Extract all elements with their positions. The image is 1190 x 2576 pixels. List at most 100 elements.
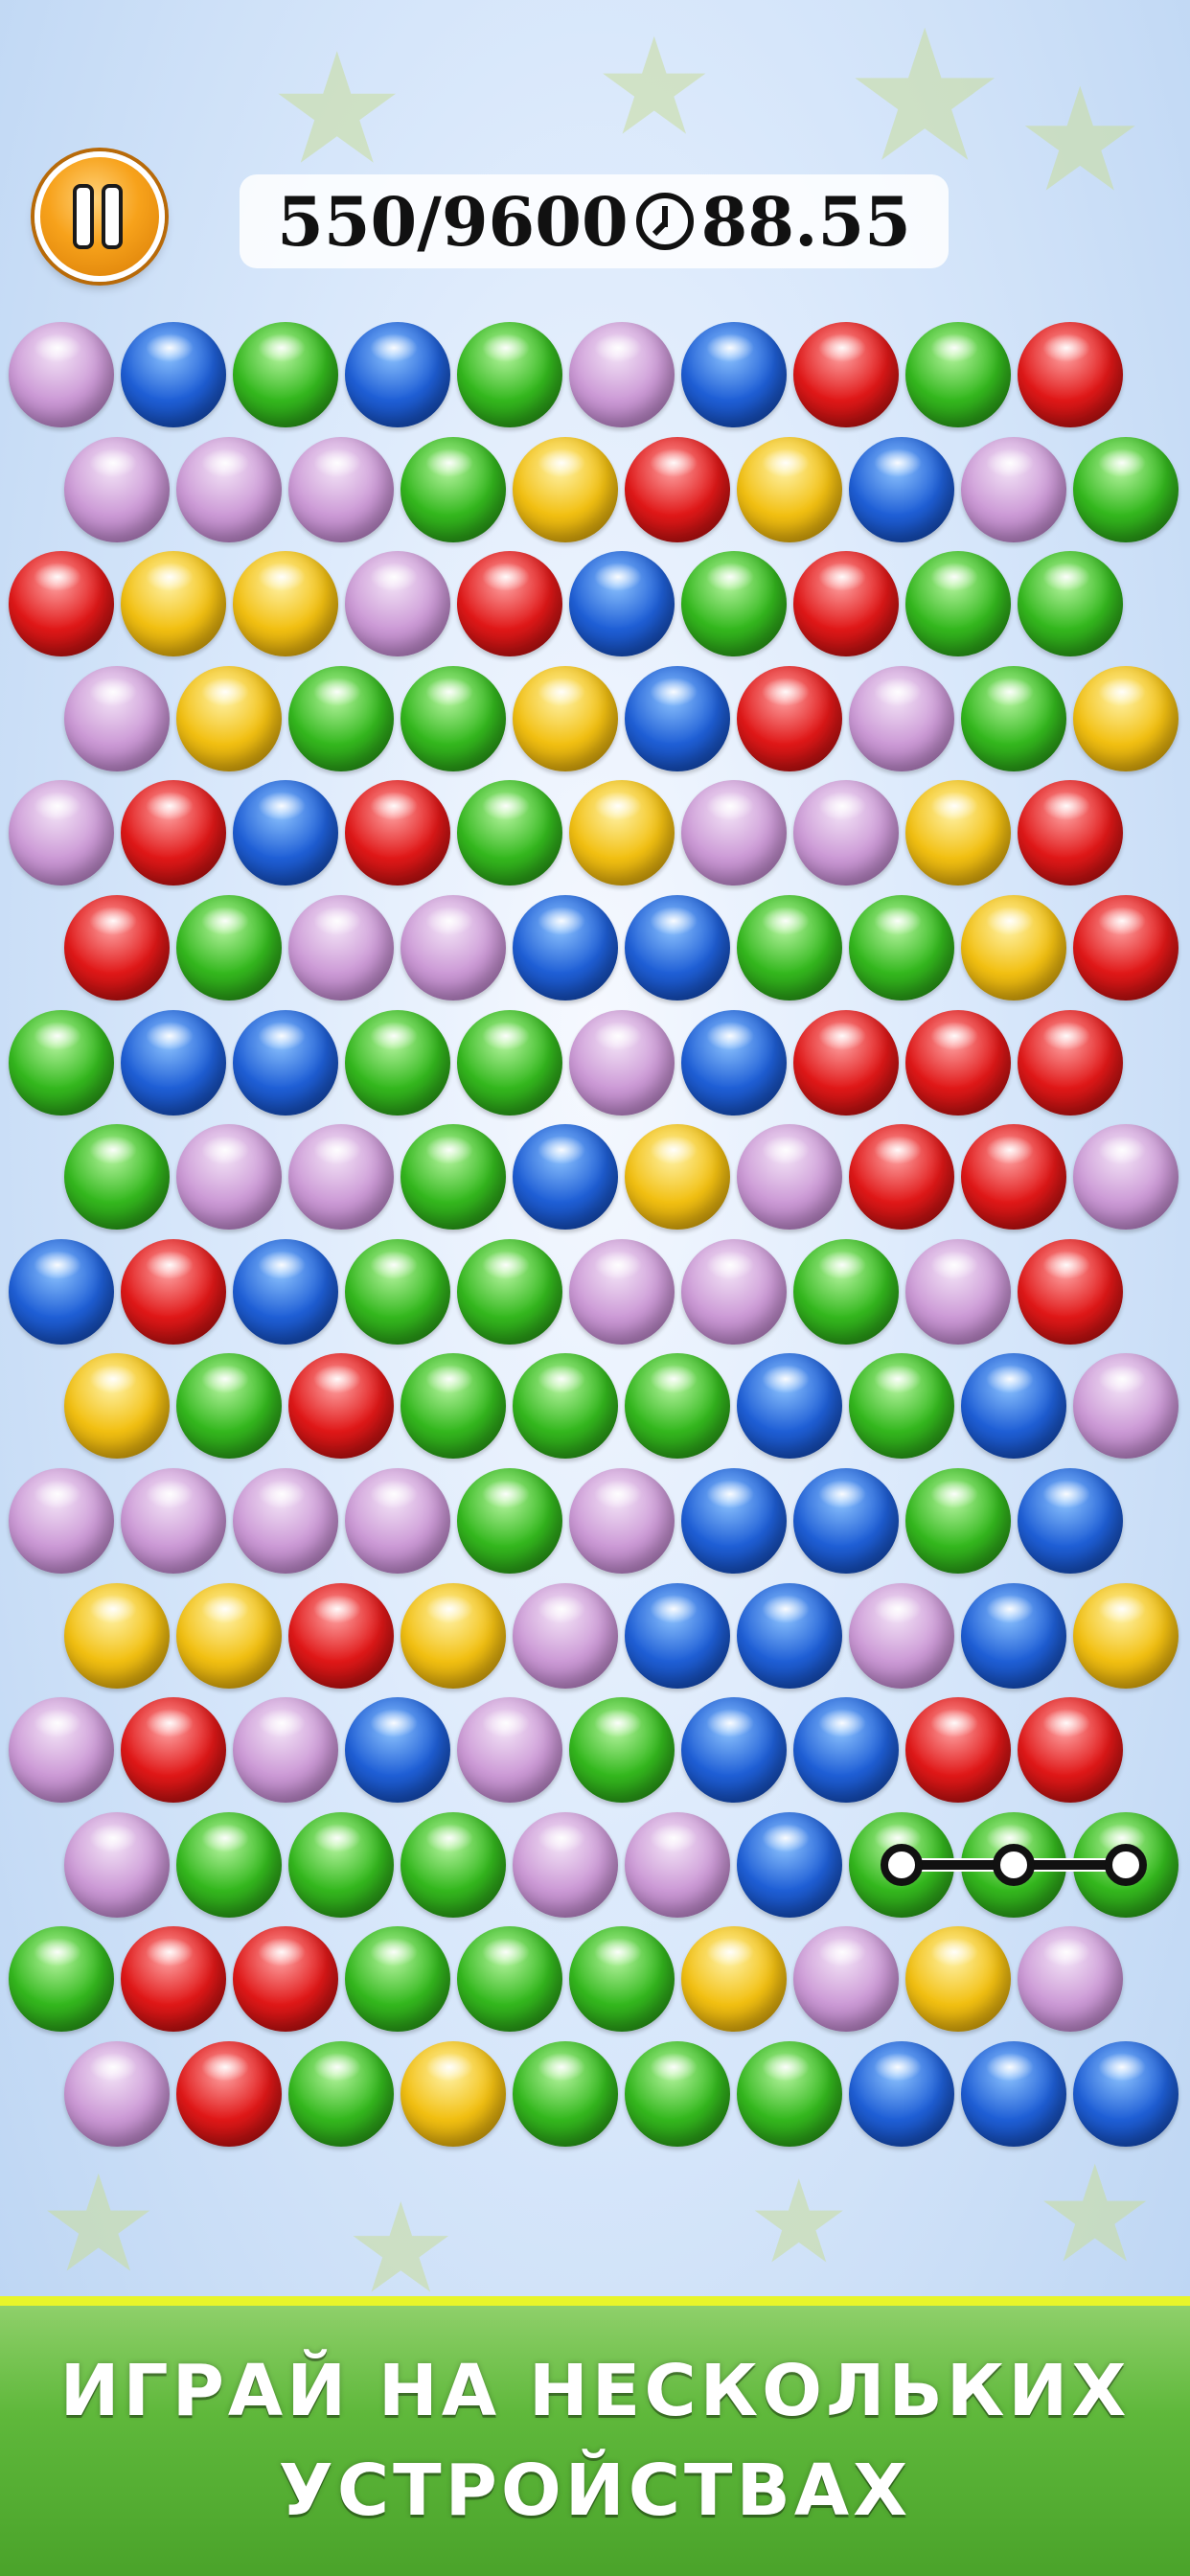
- bubble-purple[interactable]: [793, 1926, 899, 2033]
- bubble-green[interactable]: [737, 2041, 842, 2147]
- bubble-yellow[interactable]: [737, 436, 842, 542]
- bubble-green[interactable]: [400, 1353, 506, 1460]
- bubble-purple[interactable]: [288, 1124, 394, 1230]
- bubble-green[interactable]: [513, 1353, 618, 1460]
- bubble-blue[interactable]: [961, 1353, 1066, 1460]
- bubble-green[interactable]: [457, 1468, 562, 1574]
- bubble-yellow[interactable]: [513, 665, 618, 771]
- bubble-green[interactable]: [737, 895, 842, 1000]
- bubble-red[interactable]: [1018, 1009, 1123, 1116]
- bubble-purple[interactable]: [569, 322, 675, 427]
- bubble-purple[interactable]: [905, 1238, 1011, 1345]
- bubble-purple[interactable]: [64, 1811, 170, 1918]
- bubble-blue[interactable]: [961, 1582, 1066, 1689]
- bubble-green[interactable]: [457, 1238, 562, 1345]
- bubble-purple[interactable]: [176, 436, 282, 542]
- bubble-green[interactable]: [1073, 436, 1179, 542]
- bubble-purple[interactable]: [793, 780, 899, 886]
- bubble-blue[interactable]: [737, 1353, 842, 1460]
- bubble-green[interactable]: [9, 1926, 114, 2033]
- bubble-red[interactable]: [288, 1582, 394, 1689]
- bubble-yellow[interactable]: [513, 436, 618, 542]
- bubble-green[interactable]: [681, 551, 787, 657]
- bubble-purple[interactable]: [64, 665, 170, 771]
- bubble-blue[interactable]: [569, 551, 675, 657]
- bubble-red[interactable]: [121, 780, 226, 886]
- bubble-yellow[interactable]: [681, 1926, 787, 2033]
- bubble-purple[interactable]: [233, 1697, 338, 1804]
- bubble-red[interactable]: [625, 436, 730, 542]
- bubble-green[interactable]: [345, 1009, 450, 1116]
- bubble-red[interactable]: [793, 1009, 899, 1116]
- bubble-purple[interactable]: [288, 895, 394, 1000]
- bubble-yellow[interactable]: [64, 1353, 170, 1460]
- bubble-green[interactable]: [513, 2041, 618, 2147]
- bubble-blue[interactable]: [961, 2041, 1066, 2147]
- bubble-blue[interactable]: [121, 322, 226, 427]
- bubble-red[interactable]: [288, 1353, 394, 1460]
- bubble-blue[interactable]: [737, 1811, 842, 1918]
- bubble-red[interactable]: [793, 551, 899, 657]
- bubble-yellow[interactable]: [400, 1582, 506, 1689]
- bubble-purple[interactable]: [288, 436, 394, 542]
- bubble-green[interactable]: [569, 1926, 675, 2033]
- bubble-yellow[interactable]: [905, 780, 1011, 886]
- bubble-yellow[interactable]: [961, 895, 1066, 1000]
- bubble-blue[interactable]: [345, 322, 450, 427]
- bubble-red[interactable]: [457, 551, 562, 657]
- bubble-red[interactable]: [905, 1697, 1011, 1804]
- bubble-green[interactable]: [849, 895, 954, 1000]
- bubble-blue[interactable]: [9, 1238, 114, 1345]
- bubble-yellow[interactable]: [625, 1124, 730, 1230]
- bubble-yellow[interactable]: [400, 2041, 506, 2147]
- bubble-red[interactable]: [961, 1124, 1066, 1230]
- bubble-purple[interactable]: [849, 665, 954, 771]
- bubble-blue[interactable]: [513, 1124, 618, 1230]
- bubble-yellow[interactable]: [1073, 1582, 1179, 1689]
- bubble-blue[interactable]: [681, 322, 787, 427]
- bubble-red[interactable]: [121, 1926, 226, 2033]
- bubble-purple[interactable]: [737, 1124, 842, 1230]
- bubble-purple[interactable]: [345, 1468, 450, 1574]
- bubble-purple[interactable]: [1073, 1124, 1179, 1230]
- bubble-green[interactable]: [457, 322, 562, 427]
- bubble-purple[interactable]: [961, 436, 1066, 542]
- bubble-green[interactable]: [400, 665, 506, 771]
- bubble-purple[interactable]: [681, 780, 787, 886]
- bubble-green[interactable]: [288, 1811, 394, 1918]
- bubble-red[interactable]: [793, 322, 899, 427]
- bubble-green[interactable]: [905, 322, 1011, 427]
- bubble-green[interactable]: [457, 780, 562, 886]
- bubble-purple[interactable]: [233, 1468, 338, 1574]
- bubble-green[interactable]: [176, 1811, 282, 1918]
- bubble-green[interactable]: [176, 1353, 282, 1460]
- bubble-red[interactable]: [233, 1926, 338, 2033]
- bubble-green[interactable]: [288, 2041, 394, 2147]
- bubble-purple[interactable]: [176, 1124, 282, 1230]
- bubble-yellow[interactable]: [569, 780, 675, 886]
- bubble-green[interactable]: [905, 1468, 1011, 1574]
- bubble-green[interactable]: [400, 436, 506, 542]
- bubble-red[interactable]: [737, 665, 842, 771]
- bubble-red[interactable]: [176, 2041, 282, 2147]
- bubble-purple[interactable]: [513, 1811, 618, 1918]
- bubble-blue[interactable]: [1018, 1468, 1123, 1574]
- bubble-green[interactable]: [569, 1697, 675, 1804]
- bubble-purple[interactable]: [569, 1468, 675, 1574]
- bubble-blue[interactable]: [233, 1009, 338, 1116]
- bubble-green[interactable]: [288, 665, 394, 771]
- bubble-green[interactable]: [905, 551, 1011, 657]
- bubble-blue[interactable]: [233, 780, 338, 886]
- bubble-purple[interactable]: [64, 2041, 170, 2147]
- bubble-blue[interactable]: [849, 436, 954, 542]
- bubble-blue[interactable]: [121, 1009, 226, 1116]
- bubble-blue[interactable]: [233, 1238, 338, 1345]
- bubble-yellow[interactable]: [233, 551, 338, 657]
- bubble-red[interactable]: [905, 1009, 1011, 1116]
- bubble-blue[interactable]: [849, 2041, 954, 2147]
- bubble-red[interactable]: [1018, 1697, 1123, 1804]
- bubble-yellow[interactable]: [176, 1582, 282, 1689]
- bubble-green[interactable]: [64, 1124, 170, 1230]
- bubble-green[interactable]: [625, 1353, 730, 1460]
- bubble-purple[interactable]: [513, 1582, 618, 1689]
